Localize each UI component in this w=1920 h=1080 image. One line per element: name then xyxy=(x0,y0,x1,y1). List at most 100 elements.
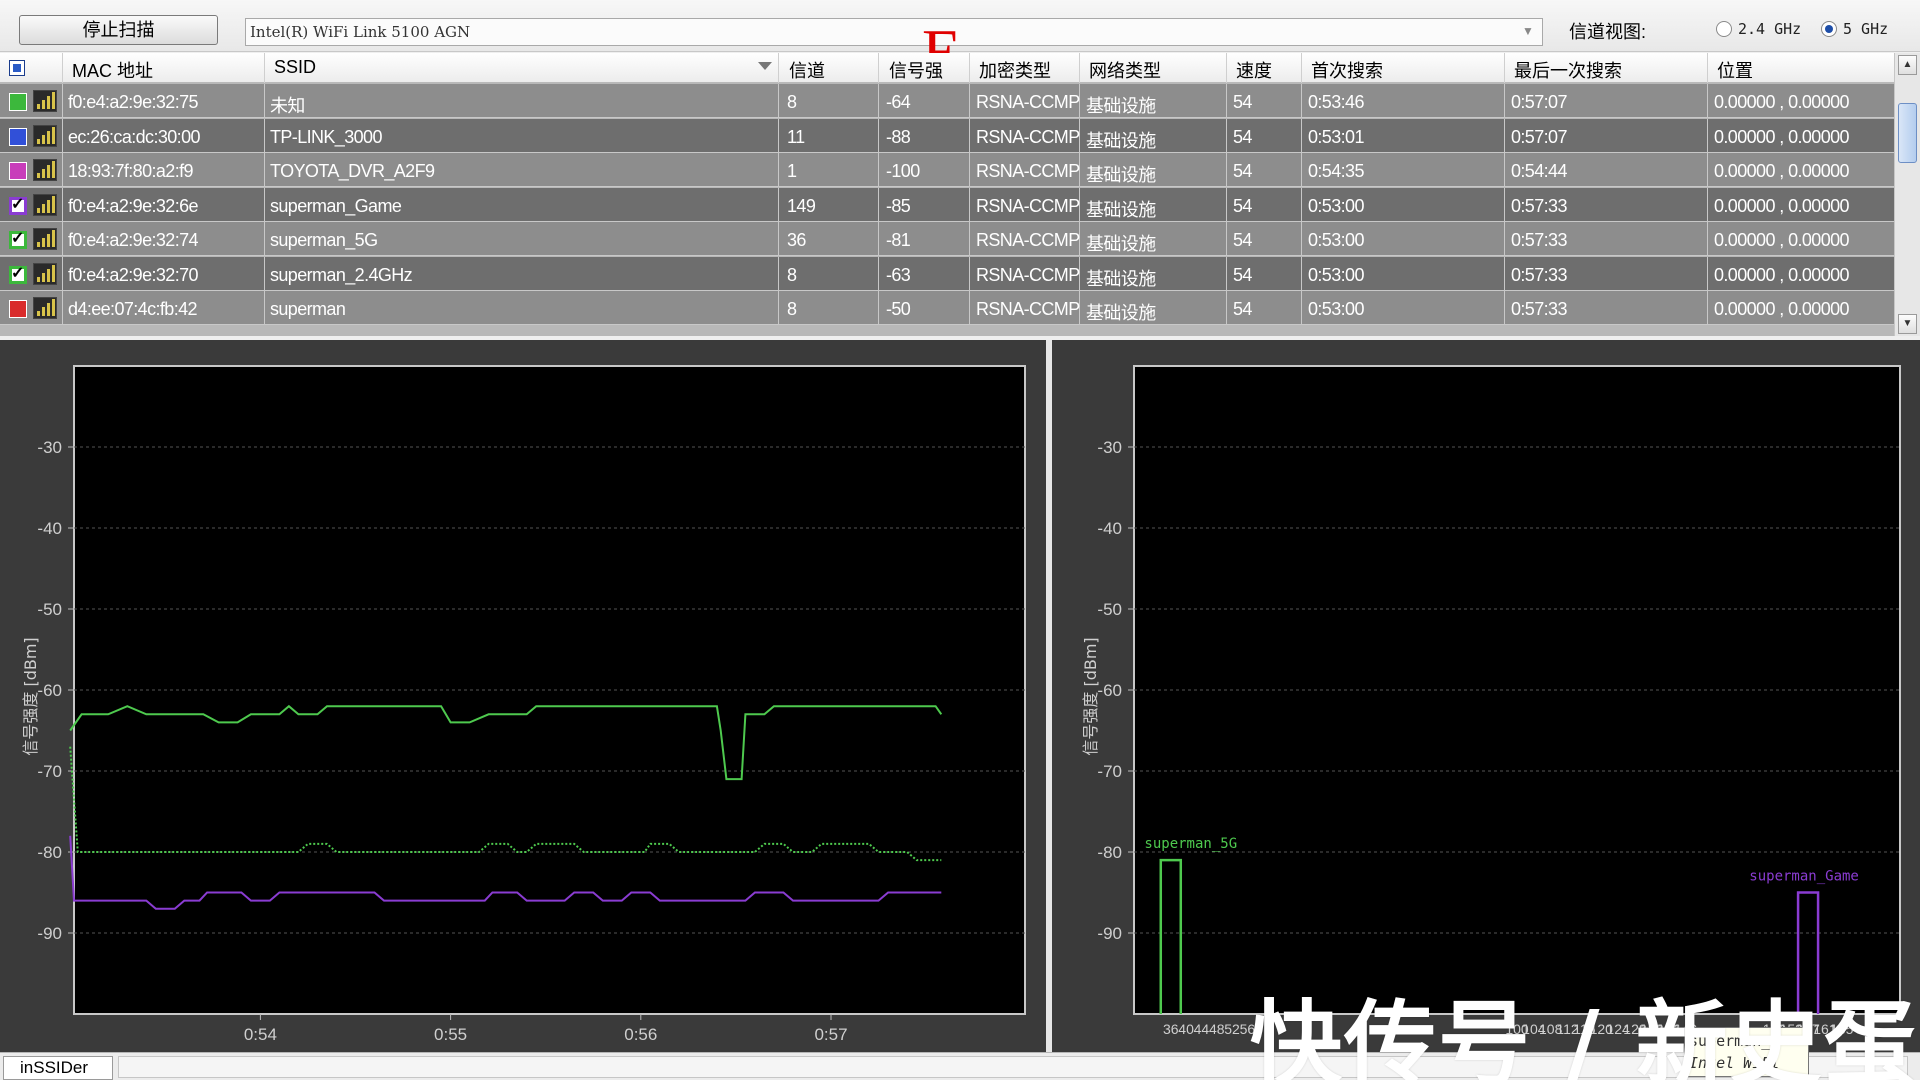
cell-location: 0.00000 , 0.00000 xyxy=(1714,92,1850,112)
cell-location: 0.00000 , 0.00000 xyxy=(1714,195,1850,216)
row-checkbox[interactable]: ✓ xyxy=(9,230,27,249)
cell-ssid: superman_5G xyxy=(270,230,378,250)
signal-bars-icon xyxy=(33,297,57,319)
row-checkbox[interactable]: ✓ xyxy=(9,265,27,284)
y-tick-label: -50 xyxy=(37,600,62,619)
cell-network: 基础设施 xyxy=(1086,199,1156,220)
time-signal-chart: -30 -40 -50 -60 -70 -80 -90 信号强度 [dBm] 0:54 0:55 0… xyxy=(0,340,1046,1052)
cell-rssi: -100 xyxy=(886,161,920,181)
table-row[interactable]: d4:ee:07:4c:fb:42 superman 8 -50 RSNA-CCMP 基础… xyxy=(0,291,1894,325)
cell-location: 0.00000 , 0.00000 xyxy=(1714,264,1850,285)
cell-rssi: -88 xyxy=(886,126,911,147)
cell-security: RSNA-CCMP xyxy=(976,161,1080,181)
row-checkbox[interactable] xyxy=(9,127,27,146)
scroll-down-icon[interactable]: ▼ xyxy=(1898,314,1917,334)
x-tick-label: 40 xyxy=(1178,1021,1194,1037)
y-tick-label: -30 xyxy=(37,438,62,457)
column-mac[interactable]: MAC 地址 xyxy=(72,57,153,83)
adapter-name: Intel(R) WiFi Link 5100 AGN xyxy=(250,23,471,41)
radio-5-icon[interactable] xyxy=(1821,21,1837,37)
signal-bars-icon xyxy=(33,124,57,147)
cell-speed: 54 xyxy=(1233,230,1252,250)
cell-speed: 54 xyxy=(1233,161,1252,181)
cell-rssi: -63 xyxy=(886,264,911,285)
cell-last-seen: 0:57:33 xyxy=(1511,230,1567,250)
table-row[interactable]: ✓ f0:e4:a2:9e:32:6e superman_Game 149 -85 RSN… xyxy=(0,187,1894,222)
cell-first-seen: 0:53:00 xyxy=(1308,195,1364,216)
cell-network: 基础设施 xyxy=(1086,234,1156,254)
sort-caret-icon[interactable] xyxy=(758,62,772,70)
table-scrollbar[interactable]: ▲ ▼ xyxy=(1894,53,1920,336)
cell-channel: 11 xyxy=(787,126,805,147)
cell-last-seen: 0:54:44 xyxy=(1511,161,1567,181)
insider-window: 停止扫描 Intel(R) WiFi Link 5100 AGN ▼ 信道视图:… xyxy=(0,0,1920,1080)
column-rssi[interactable]: 信号强 xyxy=(889,57,943,83)
table-row[interactable]: ✓ f0:e4:a2:9e:32:74 superman_5G 36 -81 RSNA-C… xyxy=(0,222,1894,256)
cell-network: 基础设施 xyxy=(1086,303,1156,323)
x-tick-label: 0:55 xyxy=(434,1025,467,1044)
column-network-type[interactable]: 网络类型 xyxy=(1089,57,1161,83)
band-24-label: 2.4 GHz xyxy=(1738,20,1802,38)
y-axis-label: 信号强度 [dBm] xyxy=(1081,637,1100,755)
cell-location: 0.00000 , 0.00000 xyxy=(1714,299,1850,319)
cell-ssid: TOYOTA_DVR_A2F9 xyxy=(270,161,435,181)
cell-network: 基础设施 xyxy=(1086,130,1156,151)
channel-view-label: 信道视图: xyxy=(1569,22,1647,42)
cell-last-seen: 0:57:07 xyxy=(1511,92,1567,112)
table-header: MAC 地址 SSID 信道 信号强 加密类型 网络类型 速度 首次搜索 最后一… xyxy=(0,53,1894,83)
select-all-checkbox[interactable] xyxy=(9,60,25,76)
x-tick-label: 52 xyxy=(1224,1021,1240,1037)
column-speed[interactable]: 速度 xyxy=(1236,57,1272,83)
row-checkbox[interactable]: ✓ xyxy=(9,196,27,215)
table-row[interactable]: f0:e4:a2:9e:32:75 未知 8 -64 RSNA-CCMP 基础设施 54 0:… xyxy=(0,84,1894,118)
table-row[interactable]: ec:26:ca:dc:30:00 TP-LINK_3000 11 -88 RSNA-C… xyxy=(0,118,1894,153)
cell-security: RSNA-CCMP xyxy=(976,126,1080,147)
column-ssid[interactable]: SSID xyxy=(274,57,316,78)
band-5-option[interactable]: 5 GHz xyxy=(1821,20,1888,38)
column-location[interactable]: 位置 xyxy=(1717,57,1753,83)
row-checkbox[interactable] xyxy=(9,300,27,318)
radio-24-icon[interactable] xyxy=(1716,21,1732,37)
chevron-down-icon[interactable]: ▼ xyxy=(1522,24,1536,40)
cell-channel: 8 xyxy=(787,299,797,319)
signal-bars-icon xyxy=(33,159,57,181)
cell-location: 0.00000 , 0.00000 xyxy=(1714,230,1850,250)
table-row[interactable]: ✓ f0:e4:a2:9e:32:70 superman_2.4GHz 8 -63 RSN… xyxy=(0,256,1894,291)
cell-security: RSNA-CCMP xyxy=(976,299,1080,319)
network-table: MAC 地址 SSID 信道 信号强 加密类型 网络类型 速度 首次搜索 最后一… xyxy=(0,53,1920,336)
column-first-seen[interactable]: 首次搜索 xyxy=(1311,57,1383,83)
column-security[interactable]: 加密类型 xyxy=(979,57,1051,83)
cell-channel: 1 xyxy=(787,161,797,181)
cell-mac: d4:ee:07:4c:fb:42 xyxy=(68,299,198,319)
cell-network: 基础设施 xyxy=(1086,268,1156,289)
y-axis-label: 信号强度 [dBm] xyxy=(21,637,40,755)
status-tab-insider[interactable]: inSSIDer xyxy=(3,1056,113,1080)
x-tick-label: 0:54 xyxy=(244,1025,277,1044)
cell-first-seen: 0:53:01 xyxy=(1308,126,1364,147)
signal-bars-icon xyxy=(33,90,57,112)
row-checkbox[interactable] xyxy=(9,162,27,180)
scroll-up-icon[interactable]: ▲ xyxy=(1898,55,1917,75)
y-tick-label: -70 xyxy=(37,762,62,781)
cell-location: 0.00000 , 0.00000 xyxy=(1714,161,1850,181)
check-icon: ✓ xyxy=(11,230,25,247)
table-row[interactable]: 18:93:7f:80:a2:f9 TOYOTA_DVR_A2F9 1 -100 RSN… xyxy=(0,153,1894,187)
signal-bars-icon xyxy=(33,228,57,250)
cell-speed: 54 xyxy=(1233,195,1252,216)
x-tick-label: 0:56 xyxy=(624,1025,657,1044)
cell-mac: 18:93:7f:80:a2:f9 xyxy=(68,161,194,181)
row-checkbox[interactable] xyxy=(9,93,27,111)
band-24-option[interactable]: 2.4 GHz xyxy=(1716,20,1801,38)
stop-scan-button[interactable]: 停止扫描 xyxy=(19,15,218,45)
column-channel[interactable]: 信道 xyxy=(789,57,825,83)
cell-first-seen: 0:53:00 xyxy=(1308,230,1364,250)
scroll-thumb[interactable] xyxy=(1898,103,1917,163)
cell-ssid: TP-LINK_3000 xyxy=(270,126,382,147)
cell-last-seen: 0:57:33 xyxy=(1511,264,1567,285)
y-tick-label: -90 xyxy=(1097,924,1122,943)
cell-rssi: -81 xyxy=(886,230,911,250)
y-tick-label: -80 xyxy=(37,843,62,862)
column-last-seen[interactable]: 最后一次搜索 xyxy=(1514,57,1622,83)
adapter-dropdown[interactable]: Intel(R) WiFi Link 5100 AGN ▼ xyxy=(245,18,1543,46)
cell-rssi: -64 xyxy=(886,92,911,112)
